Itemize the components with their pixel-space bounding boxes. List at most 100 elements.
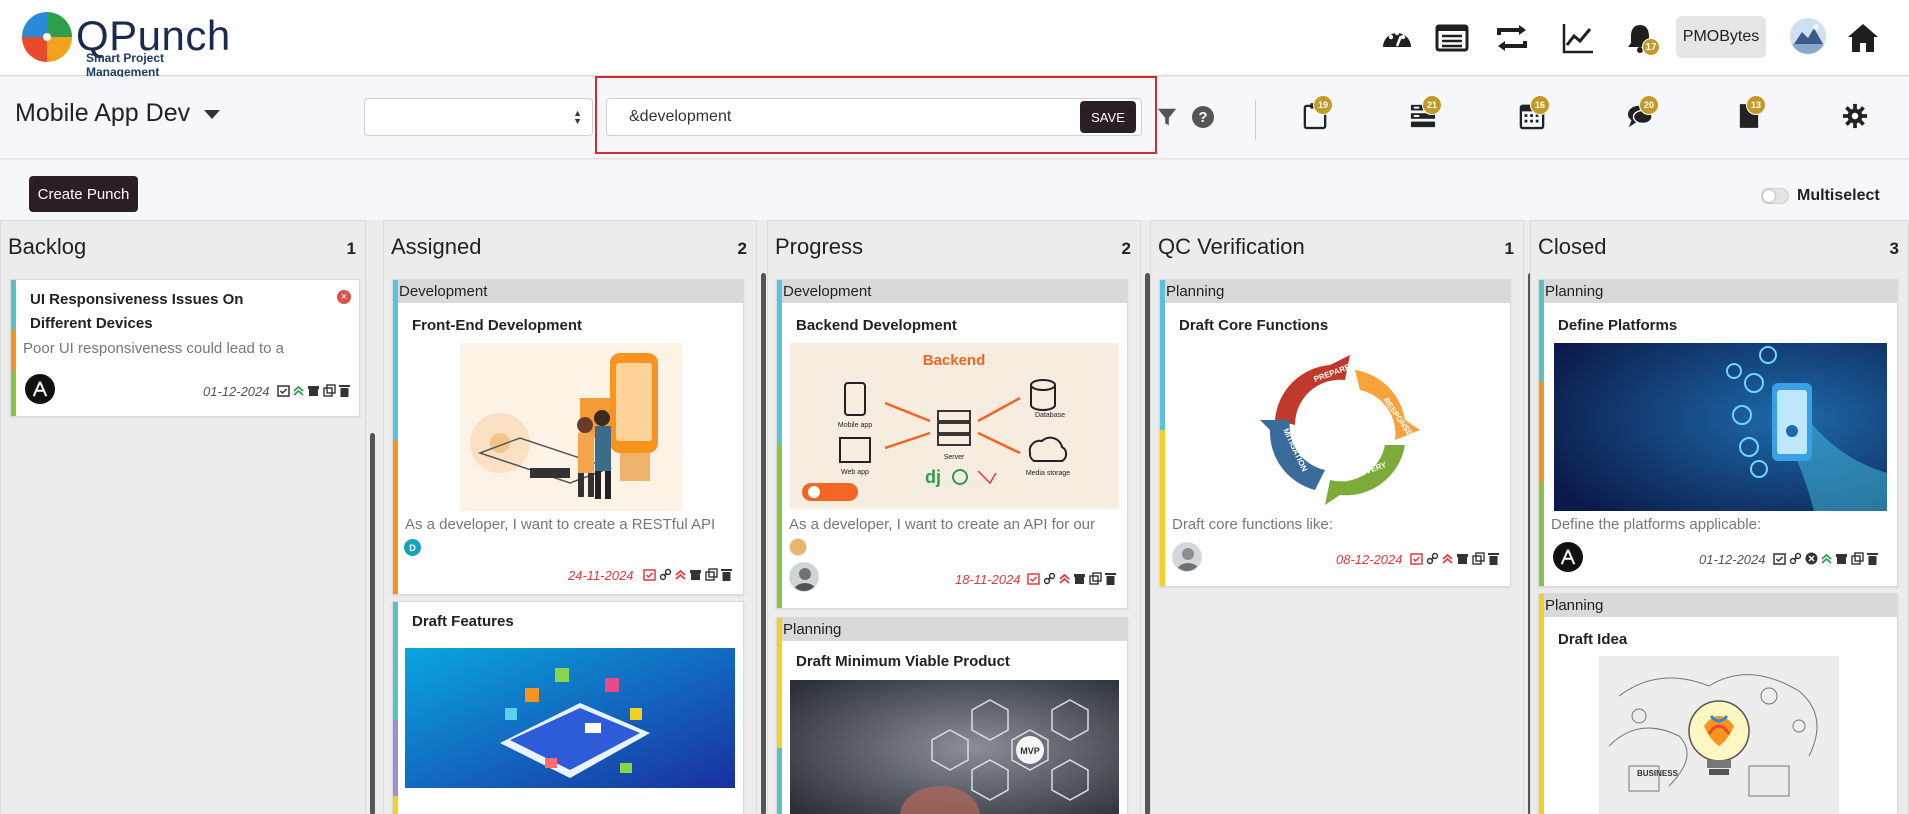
- caret-down-icon[interactable]: [204, 110, 220, 119]
- list-icon[interactable]: [1432, 18, 1472, 58]
- calendar-check-icon[interactable]: [277, 384, 290, 397]
- column-qc-verification: QC Verification 1 Planning Draft Core Fu…: [1150, 220, 1533, 814]
- dashboard-icon[interactable]: [1377, 18, 1417, 58]
- brand-logo[interactable]: QPunch Smart Project Management: [20, 8, 240, 79]
- column-scrollbar[interactable]: [370, 433, 375, 814]
- assignee-avatar-small[interactable]: [789, 538, 807, 556]
- web-label: Web app: [841, 469, 869, 476]
- priority-high-icon[interactable]: [1442, 552, 1453, 565]
- archive-icon[interactable]: [689, 568, 702, 581]
- column-assigned: Assigned 2 Development Front-End Develop…: [383, 220, 766, 814]
- bell-icon[interactable]: 17: [1620, 18, 1660, 58]
- link-icon[interactable]: [1043, 572, 1056, 585]
- column-closed: Closed 3 Planning Define Platforms Defin…: [1530, 220, 1909, 814]
- copy-icon[interactable]: [323, 384, 336, 397]
- punch-card[interactable]: Planning Define Platforms Define the pla…: [1538, 279, 1898, 587]
- punch-card[interactable]: Planning Draft Core Functions PREPAREDNE…: [1159, 279, 1511, 587]
- card-title-line2: Different Devices: [30, 315, 153, 332]
- trash-icon[interactable]: [1867, 552, 1878, 565]
- calendar-alert-icon[interactable]: [643, 568, 656, 581]
- card-title: Draft Idea: [1558, 631, 1628, 648]
- card-color-segment: [1539, 482, 1544, 586]
- copy-icon[interactable]: [1851, 552, 1864, 565]
- column-count: 1: [1504, 239, 1514, 258]
- chart-icon[interactable]: [1558, 18, 1598, 58]
- card-due-date: 08-12-2024: [1336, 552, 1403, 567]
- avatar[interactable]: [1790, 18, 1826, 54]
- priority-up-icon[interactable]: [293, 384, 304, 397]
- mvp-label: MVP: [1020, 746, 1040, 756]
- card-color-segment: [1539, 594, 1544, 814]
- help-icon[interactable]: ?: [1188, 102, 1218, 132]
- punch-card[interactable]: Draft Features: [392, 601, 744, 814]
- column-header: Closed 3: [1531, 221, 1908, 275]
- punch-card[interactable]: Development Backend Development Backend …: [776, 279, 1128, 609]
- card-due-date: 01-12-2024: [203, 384, 270, 399]
- column-header: QC Verification 1: [1151, 221, 1523, 275]
- filter-select[interactable]: ▲ ▼: [364, 98, 593, 136]
- stack-count-badge: 21: [1422, 95, 1442, 115]
- column-title: Assigned: [391, 234, 482, 259]
- card-color-segment: [393, 440, 398, 594]
- home-icon[interactable]: [1843, 18, 1883, 58]
- card-description: Draft core functions like:: [1172, 516, 1333, 533]
- backend-heading: Backend: [923, 352, 986, 369]
- assignee-avatar[interactable]: D: [404, 539, 421, 556]
- trash-icon[interactable]: [1488, 552, 1499, 565]
- card-toolbar: [1773, 552, 1878, 565]
- storage-label: Media storage: [1026, 470, 1070, 477]
- card-toolbar: [1027, 572, 1116, 585]
- archive-icon[interactable]: [1073, 572, 1086, 585]
- mobile-label: Mobile app: [838, 422, 872, 429]
- link-icon[interactable]: [1426, 552, 1439, 565]
- trash-icon[interactable]: [339, 384, 350, 397]
- assignee-avatar[interactable]: [1172, 542, 1202, 572]
- search-input[interactable]: [606, 98, 1142, 136]
- priority-up-icon[interactable]: [1821, 552, 1832, 565]
- database-label: Database: [1035, 412, 1065, 419]
- calendar-alert-icon[interactable]: [1410, 552, 1423, 565]
- repeat-icon[interactable]: [1492, 18, 1532, 58]
- archive-icon[interactable]: [1835, 552, 1848, 565]
- assignee-avatar[interactable]: [25, 374, 55, 404]
- archive-icon[interactable]: [1456, 552, 1469, 565]
- copy-icon[interactable]: [705, 568, 718, 581]
- punch-card[interactable]: UI Responsiveness Issues On Different De…: [10, 279, 360, 417]
- link-icon[interactable]: [659, 568, 672, 581]
- column-scrollbar[interactable]: [761, 273, 766, 814]
- close-circle-icon[interactable]: [1805, 552, 1818, 565]
- card-due-date: 18-11-2024: [955, 572, 1021, 587]
- server-label: Server: [944, 454, 965, 461]
- assignee-avatar[interactable]: [789, 562, 819, 592]
- card-color-segment: [1539, 382, 1544, 482]
- calendar-alert-icon[interactable]: [1027, 572, 1040, 585]
- column-count: 2: [737, 239, 747, 258]
- column-title: QC Verification: [1158, 234, 1305, 259]
- trash-icon[interactable]: [1105, 572, 1116, 585]
- priority-high-icon[interactable]: [1059, 572, 1070, 585]
- calendar-check-icon[interactable]: [1773, 552, 1786, 565]
- card-due-date: 24-11-2024: [568, 568, 634, 583]
- card-image: MVP: [790, 680, 1119, 814]
- copy-icon[interactable]: [1089, 572, 1102, 585]
- close-icon[interactable]: ×: [337, 290, 351, 304]
- gear-icon[interactable]: [1840, 101, 1870, 131]
- assignee-avatar[interactable]: [1553, 542, 1583, 572]
- org-button[interactable]: PMOBytes: [1676, 16, 1766, 58]
- create-punch-button[interactable]: Create Punch: [29, 176, 138, 212]
- archive-icon[interactable]: [307, 384, 320, 397]
- card-color-segment: [393, 280, 398, 440]
- filter-icon[interactable]: [1152, 102, 1182, 132]
- link-icon[interactable]: [1789, 552, 1802, 565]
- punch-card[interactable]: Development Front-End Development As a d…: [392, 279, 744, 595]
- punch-card[interactable]: Planning Draft Idea BUSINESS: [1538, 593, 1898, 814]
- multiselect-toggle[interactable]: [1761, 188, 1789, 204]
- card-image: BUSINESS: [1599, 656, 1839, 814]
- copy-icon[interactable]: [1472, 552, 1485, 565]
- card-due-date: 01-12-2024: [1699, 552, 1766, 567]
- save-button[interactable]: SAVE: [1080, 101, 1136, 133]
- punch-card[interactable]: Planning Draft Minimum Viable Product MV…: [776, 617, 1128, 814]
- priority-high-icon[interactable]: [675, 568, 686, 581]
- column-progress: Progress 2 Development Backend Developme…: [767, 220, 1150, 814]
- trash-icon[interactable]: [721, 568, 732, 581]
